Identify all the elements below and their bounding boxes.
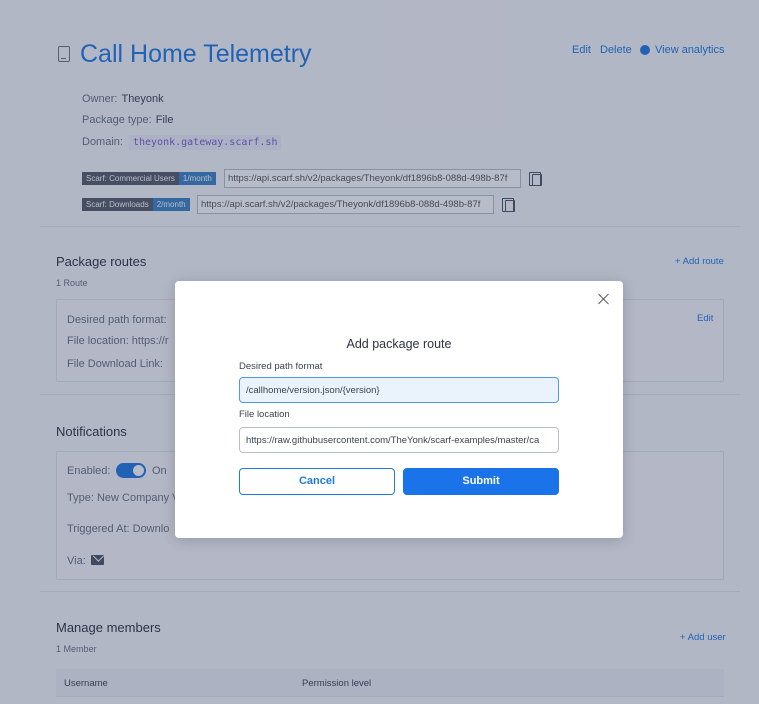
file-location-label: File location bbox=[239, 409, 290, 420]
file-location-input[interactable] bbox=[239, 427, 559, 453]
path-format-input[interactable] bbox=[239, 377, 559, 403]
dialog-title: Add package route bbox=[346, 337, 452, 351]
add-route-dialog: Add package route Desired path format Fi… bbox=[175, 281, 623, 538]
cancel-button[interactable]: Cancel bbox=[239, 468, 395, 495]
path-format-label: Desired path format bbox=[239, 361, 323, 372]
close-icon[interactable] bbox=[598, 293, 610, 305]
submit-button[interactable]: Submit bbox=[403, 468, 559, 495]
